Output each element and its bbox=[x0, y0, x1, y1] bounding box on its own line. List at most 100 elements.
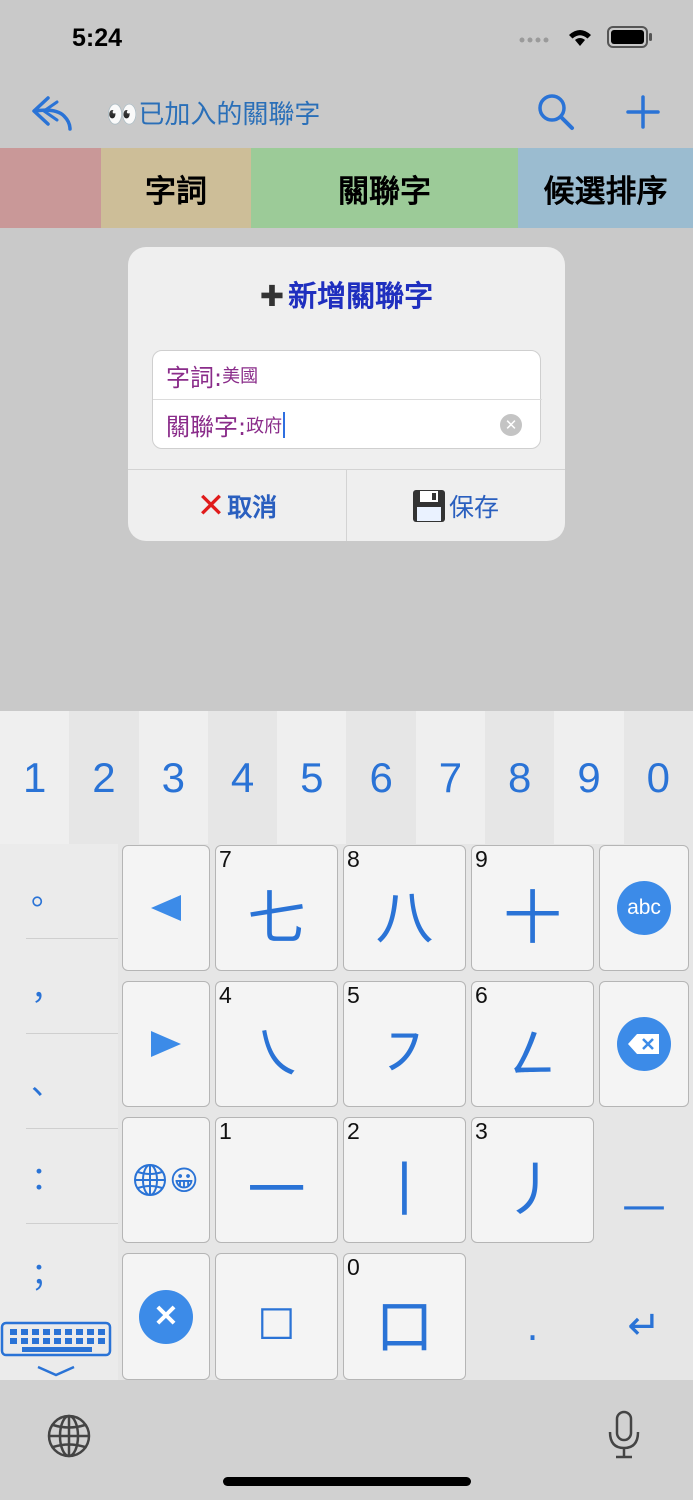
tab-candidate-order[interactable]: 候選排序 bbox=[518, 148, 693, 228]
floppy-disk-icon bbox=[412, 490, 445, 522]
associated-field-label: 關聯字: bbox=[166, 413, 247, 441]
stroke-key-digit: 4 bbox=[219, 982, 232, 1008]
cellular-signal-icon bbox=[519, 37, 549, 43]
stroke-key-0[interactable]: 0 口 bbox=[343, 1253, 466, 1380]
search-icon[interactable] bbox=[536, 92, 576, 132]
number-key-3[interactable]: 3 bbox=[138, 711, 208, 844]
stroke-key-6[interactable]: 6 ㇜ bbox=[471, 981, 594, 1107]
stroke-key-3[interactable]: 3 丿 bbox=[471, 1117, 594, 1243]
stroke-key-char: 十 bbox=[503, 884, 562, 952]
enter-key[interactable]: ↵ bbox=[599, 1253, 689, 1380]
abc-icon: abc bbox=[617, 881, 671, 935]
stroke-key-digit: 2 bbox=[347, 1118, 360, 1144]
add-association-dialog: ✚ 新增關聯字 字詞: 美國 關聯字: 政府 ✕ ✕ 取消 保存 bbox=[128, 247, 565, 541]
triangle-left-icon bbox=[151, 895, 181, 921]
associated-field-value: 政府 bbox=[246, 415, 283, 437]
stroke-key-char: ㇇ bbox=[375, 1020, 434, 1088]
plus-icon: ✚ bbox=[259, 279, 285, 313]
backspace-key[interactable] bbox=[599, 981, 689, 1107]
stroke-key-digit: 5 bbox=[347, 982, 360, 1008]
stroke-key-digit: 6 bbox=[475, 982, 488, 1008]
add-icon[interactable] bbox=[624, 92, 662, 132]
punct-key-semicolon[interactable]: ； bbox=[26, 1224, 118, 1319]
punct-key-colon[interactable]: ： bbox=[26, 1129, 118, 1224]
clear-icon[interactable]: ✕ bbox=[500, 414, 522, 436]
back-reply-icon[interactable] bbox=[30, 92, 76, 132]
tab-associated-word[interactable]: 關聯字 bbox=[251, 148, 518, 228]
globe-icon[interactable] bbox=[47, 1414, 91, 1458]
stroke-key-5[interactable]: 5 ㇇ bbox=[343, 981, 466, 1107]
status-bar: 5:24 bbox=[0, 0, 693, 80]
cursor-right-key[interactable] bbox=[122, 981, 210, 1107]
word-field[interactable]: 字詞: 美國 bbox=[153, 351, 542, 400]
underscore-key[interactable]: — bbox=[599, 1117, 689, 1243]
cancel-label: 取消 bbox=[227, 493, 278, 522]
wildcard-key[interactable]: □ bbox=[215, 1253, 338, 1380]
number-key-9[interactable]: 9 bbox=[554, 711, 624, 844]
number-key-8[interactable]: 8 bbox=[485, 711, 555, 844]
number-key-6[interactable]: 6 bbox=[346, 711, 416, 844]
cursor-left-key[interactable] bbox=[122, 845, 210, 971]
dot-char: . bbox=[526, 1304, 539, 1349]
punct-key-comma[interactable]: ， bbox=[26, 939, 118, 1034]
stroke-key-8[interactable]: 8 八 bbox=[343, 845, 466, 971]
stroke-key-char: 八 bbox=[375, 884, 434, 952]
word-field-label: 字詞: bbox=[166, 363, 223, 392]
punct-key-period[interactable]: 。 bbox=[26, 844, 118, 939]
number-row: 1 2 3 4 5 6 7 8 9 0 bbox=[0, 711, 693, 844]
stroke-key-digit: 3 bbox=[475, 1118, 488, 1144]
dot-key[interactable]: . bbox=[471, 1253, 594, 1380]
stroke-key-9[interactable]: 9 十 bbox=[471, 845, 594, 971]
number-key-1[interactable]: 1 bbox=[0, 711, 70, 844]
home-indicator[interactable] bbox=[223, 1477, 471, 1486]
tab-blank[interactable] bbox=[0, 148, 101, 228]
number-key-4[interactable]: 4 bbox=[207, 711, 278, 844]
keyboard-hide-icon[interactable] bbox=[0, 1319, 114, 1379]
microphone-icon[interactable] bbox=[606, 1410, 642, 1460]
stroke-key-char: 七 bbox=[247, 884, 306, 952]
number-key-2[interactable]: 2 bbox=[69, 711, 139, 844]
save-button[interactable]: 保存 bbox=[346, 470, 564, 541]
number-key-5[interactable]: 5 bbox=[277, 711, 347, 844]
stroke-key-digit: 0 bbox=[347, 1254, 360, 1280]
enter-icon: ↵ bbox=[627, 1302, 661, 1349]
stroke-key-char: ㇜ bbox=[503, 1020, 562, 1088]
nav-bar: 👀已加入的關聯字 bbox=[0, 80, 693, 148]
status-icons bbox=[519, 26, 653, 48]
backspace-icon bbox=[617, 1017, 671, 1071]
status-time: 5:24 bbox=[72, 24, 123, 52]
punctuation-column: 。 ， 、 ： ； bbox=[0, 844, 118, 1380]
underscore-char: — bbox=[622, 1179, 666, 1231]
associated-word-field[interactable]: 關聯字: 政府 ✕ bbox=[153, 400, 542, 449]
stroke-key-char: 丿 bbox=[503, 1156, 562, 1224]
clear-key[interactable]: ✕ bbox=[122, 1253, 210, 1380]
page-title: 👀已加入的關聯字 bbox=[106, 100, 321, 130]
stroke-key-digit: 7 bbox=[219, 846, 232, 872]
text-caret bbox=[283, 411, 286, 438]
stroke-key-digit: 9 bbox=[475, 846, 488, 872]
globe-emoji-key[interactable]: 😀 bbox=[122, 1117, 210, 1243]
stroke-key-1[interactable]: 1 一 bbox=[215, 1117, 338, 1243]
stroke-keyboard: 1 2 3 4 5 6 7 8 9 0 。 ， 、 ： ； 7 七 8 八 9 … bbox=[0, 711, 693, 1380]
number-key-0[interactable]: 0 bbox=[623, 711, 693, 844]
stroke-key-char: ㇏ bbox=[247, 1020, 306, 1088]
abc-switch-key[interactable]: abc bbox=[599, 845, 689, 971]
stroke-key-digit: 8 bbox=[347, 846, 360, 872]
stroke-key-char: 丨 bbox=[375, 1156, 434, 1224]
dialog-title-text: 新增關聯字 bbox=[288, 279, 434, 313]
stroke-key-char: 口 bbox=[375, 1292, 434, 1361]
cancel-x-icon: ✕ bbox=[196, 486, 226, 526]
column-tabs: 字詞 關聯字 候選排序 bbox=[0, 148, 693, 228]
word-field-value: 美國 bbox=[222, 366, 259, 387]
globe-icon bbox=[134, 1164, 167, 1196]
punct-key-enum-comma[interactable]: 、 bbox=[26, 1034, 118, 1129]
emoji-icon: 😀 bbox=[169, 1163, 199, 1197]
wildcard-square-char: □ bbox=[257, 1297, 296, 1344]
field-group: 字詞: 美國 關聯字: 政府 ✕ bbox=[152, 350, 542, 449]
tab-word[interactable]: 字詞 bbox=[101, 148, 251, 228]
stroke-key-4[interactable]: 4 ㇏ bbox=[215, 981, 338, 1107]
cancel-button[interactable]: ✕ 取消 bbox=[128, 470, 346, 541]
stroke-key-2[interactable]: 2 丨 bbox=[343, 1117, 466, 1243]
stroke-key-7[interactable]: 7 七 bbox=[215, 845, 338, 971]
number-key-7[interactable]: 7 bbox=[415, 711, 486, 844]
